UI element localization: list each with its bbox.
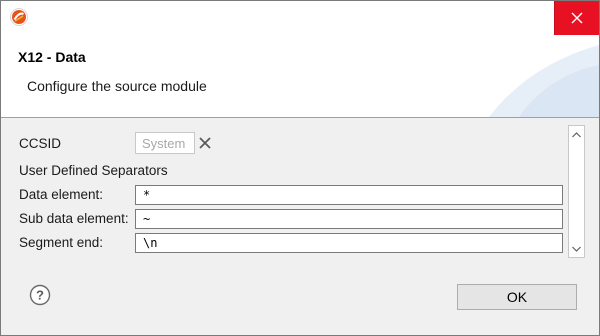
vertical-scrollbar[interactable] <box>568 125 585 258</box>
segment-end-label: Segment end: <box>19 235 104 250</box>
dialog-window: X12 - Data Configure the source module C… <box>0 0 600 336</box>
ok-button[interactable]: OK <box>457 284 577 310</box>
sub-data-element-label: Sub data element: <box>19 211 129 226</box>
dialog-title: X12 - Data <box>18 49 86 65</box>
form-panel: CCSID System User Defined Separators Dat… <box>1 118 599 270</box>
sub-data-element-input[interactable]: ~ <box>135 209 563 229</box>
scroll-down-arrow-icon <box>572 246 581 252</box>
title-bar[interactable] <box>1 1 599 35</box>
ccsid-input[interactable]: System <box>135 132 195 154</box>
close-icon <box>571 12 583 24</box>
separators-heading: User Defined Separators <box>19 163 168 178</box>
header-decoration <box>489 45 599 117</box>
scroll-up-button[interactable] <box>569 126 584 143</box>
scroll-up-arrow-icon <box>572 131 581 137</box>
clear-x-icon[interactable] <box>198 136 212 150</box>
help-icon[interactable]: ? <box>29 284 51 306</box>
dialog-header: X12 - Data Configure the source module <box>1 35 599 117</box>
scroll-down-button[interactable] <box>569 240 584 257</box>
data-element-label: Data element: <box>19 187 104 202</box>
segment-end-input[interactable]: \n <box>135 233 563 253</box>
help-symbol: ? <box>36 288 44 303</box>
ccsid-label: CCSID <box>19 136 62 151</box>
dialog-description: Configure the source module <box>27 78 207 94</box>
close-button[interactable] <box>554 1 599 35</box>
app-logo-icon <box>10 8 28 26</box>
ok-button-label: OK <box>506 289 528 305</box>
data-element-input[interactable]: * <box>135 185 563 205</box>
